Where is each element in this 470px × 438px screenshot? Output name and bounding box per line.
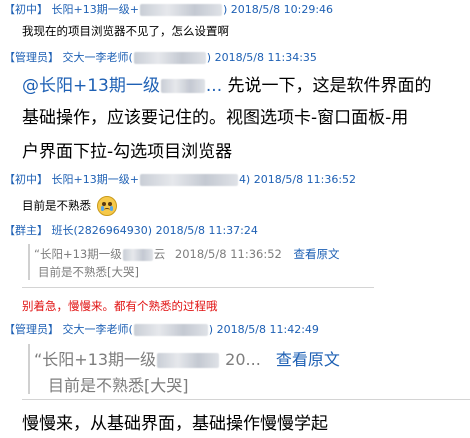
chat-history: 【初中】 长阳+13期一级+) 2018/5/8 10:29:46 我现在的项目… [0,0,470,438]
quote-text: 目前是不熟悉[大哭] [48,376,189,395]
quote-header: “长阳+13期一级 云 2018/5/8 11:36:52 查看原文 [34,246,340,262]
quote-divider [22,287,374,288]
message-time: 2018/5/8 11:42:49 [216,323,319,336]
quote-sender: “长阳+13期一级 [34,350,157,369]
message-time: 2018/5/8 10:29:46 [230,3,334,16]
member-role: 【管理员】 [4,323,59,336]
message-text-line: @长阳+13期一级... 先说一下，这是软件界面的 [22,71,432,96]
quote-time: 20... [225,350,261,369]
quote-divider [22,399,470,400]
quote-bar [28,344,30,394]
message-text: 慢慢来，从基础界面，基础操作慢慢学起 [22,414,328,434]
message-text: 先说一下，这是软件界面的 [227,76,432,96]
quote-text: 目前是不熟悉[大哭] [38,265,139,279]
redacted-name [122,248,153,261]
sender-name[interactable]: 长阳+13期一级+ [52,3,139,16]
message-header: 【管理员】 交大一李老师() 2018/5/8 11:34:35 [4,49,317,65]
member-role: 【初中】 [4,173,48,186]
redacted-id [139,174,238,186]
message-header: 【群主】 班长(2826964930) 2018/5/8 11:37:24 [4,222,258,238]
redacted-id [139,4,222,16]
message-time: 2018/5/8 11:36:52 [253,173,357,186]
quote-time: 2018/5/8 11:36:52 [174,247,282,261]
redacted-id [133,324,208,336]
sender-suffix: ) [222,3,228,16]
message-text-line: 基础操作，应该要记住的。视图选项卡-窗口面板-用 [22,108,409,128]
sender-name[interactable]: 交大一李老师( [63,323,133,336]
view-original-link[interactable]: 查看原文 [294,247,340,261]
sender-name[interactable]: 长阳+13期一级+ [52,173,139,186]
message-text: 目前是不熟悉 [22,198,91,213]
message-header: 【初中】 长阳+13期一级+) 2018/5/8 10:29:46 [4,1,333,17]
view-original-link[interactable]: 查看原文 [276,350,340,369]
quote-bar [28,244,30,280]
message-text-line: 目前是不熟悉 [22,196,117,216]
sender-name[interactable]: 班长(2826964930) [52,224,153,237]
sender-name[interactable]: 交大一李老师( [63,51,133,64]
redacted-name [157,353,220,368]
message-time: 2018/5/8 11:34:35 [214,51,317,64]
message-text-line: 户界面下拉-勾选项目浏览器 [22,142,233,162]
redacted-id [133,52,206,64]
message-header: 【管理员】 交大一李老师() 2018/5/8 11:42:49 [4,321,319,337]
message-text: 别着急，慢慢来。都有个熟悉的过程哦 [22,299,218,313]
quote-sender-tail: 云 [153,247,166,261]
sender-suffix: 4) [238,173,251,186]
member-role: 【群主】 [4,224,48,237]
quote-sender: “长阳+13期一级 [34,247,122,261]
message-text: 我现在的项目浏览器不见了，怎么设置啊 [22,24,229,38]
sender-suffix: ) [206,51,212,64]
message-header: 【初中】 长阳+13期一级+ 4) 2018/5/8 11:36:52 [4,171,356,187]
mention-link[interactable]: @长阳+13期一级... [22,76,222,96]
crying-face-icon [96,196,117,216]
sender-suffix: ) [208,323,214,336]
message-time: 2018/5/8 11:37:24 [155,224,258,237]
quote-header: “长阳+13期一级 20... 查看原文 [34,346,340,370]
member-role: 【管理员】 [4,51,59,64]
member-role: 【初中】 [4,3,48,16]
redacted-name [160,79,205,93]
